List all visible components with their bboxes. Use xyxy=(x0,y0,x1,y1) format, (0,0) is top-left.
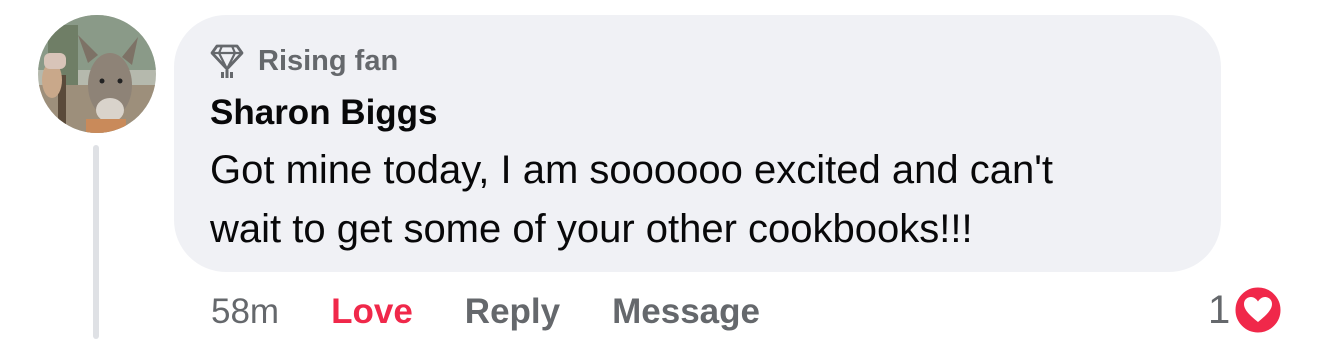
reaction-summary[interactable]: 1 xyxy=(1208,284,1284,336)
comment-actions: 58m Love Reply Message xyxy=(211,290,760,334)
thread-line xyxy=(93,145,99,339)
love-button[interactable]: Love xyxy=(331,292,413,332)
comment-bubble: Rising fan Sharon Biggs Got mine today, … xyxy=(174,15,1221,272)
comment-text-line: Got mine today, I am soooooo excited and… xyxy=(210,148,1053,192)
avatar[interactable] xyxy=(38,15,156,133)
diamond-icon xyxy=(210,44,244,78)
comment-text: Got mine today, I am soooooo excited and… xyxy=(210,141,1185,259)
badge-label: Rising fan xyxy=(258,44,399,77)
comment-text-line: wait to get some of your other cookbooks… xyxy=(210,207,973,251)
reaction-count: 1 xyxy=(1208,287,1231,332)
message-button[interactable]: Message xyxy=(612,292,760,332)
comment-author[interactable]: Sharon Biggs xyxy=(210,93,438,133)
reply-button[interactable]: Reply xyxy=(465,292,560,332)
fan-badge: Rising fan xyxy=(210,43,1185,79)
comment-timestamp[interactable]: 58m xyxy=(211,292,279,332)
love-heart-icon xyxy=(1232,284,1284,336)
avatar-photo xyxy=(38,15,156,133)
